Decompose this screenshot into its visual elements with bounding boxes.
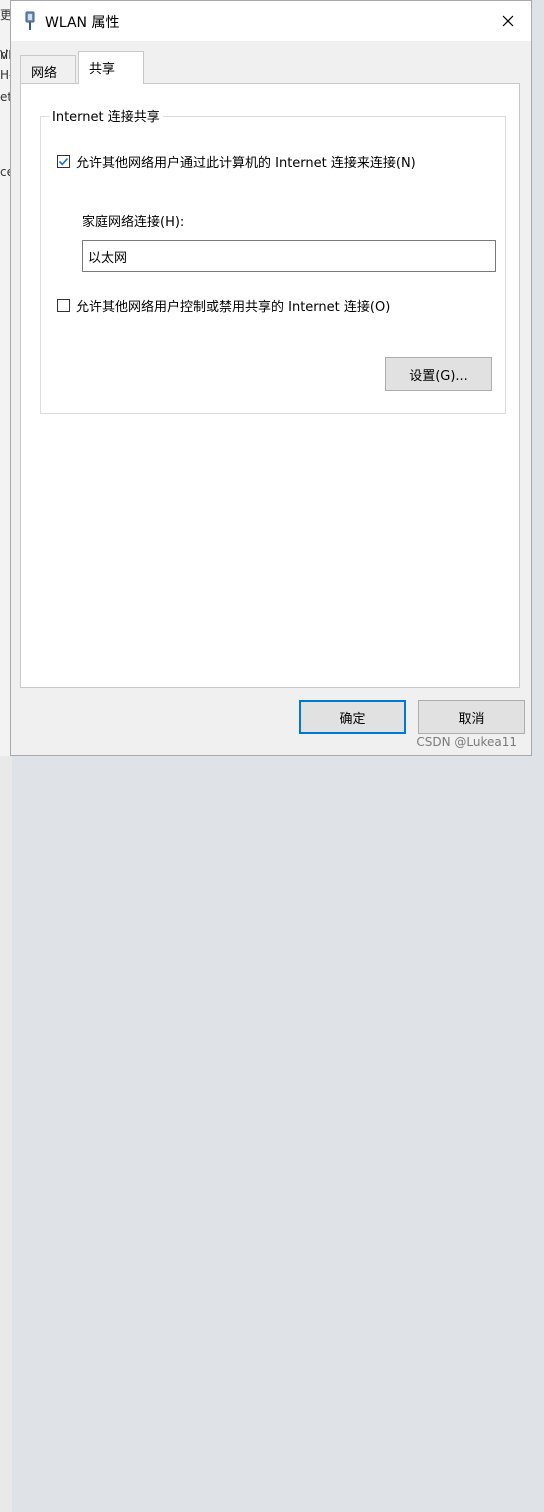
background-text: ce [0, 165, 14, 179]
background-window-left: 更 rl ce [0, 0, 14, 756]
tab-network[interactable]: 网络 [20, 55, 76, 83]
allow-control-checkbox[interactable] [57, 299, 70, 312]
properties-dialog: WLAN 属性 网络 共享 Internet 连接共享 允许其他网络用户通过此计… [10, 0, 532, 756]
close-icon [502, 15, 514, 27]
settings-button[interactable]: 设置(G)... [385, 357, 492, 391]
tab-panel-sharing: Internet 连接共享 允许其他网络用户通过此计算机的 Internet 连… [20, 83, 520, 688]
background-text: 更 [0, 8, 13, 22]
allow-connect-label[interactable]: 允许其他网络用户通过此计算机的 Internet 连接来连接(N) [76, 152, 416, 171]
title-bar[interactable]: WLAN 属性 [11, 1, 531, 41]
watermark: CSDN @Lukea11 [416, 735, 517, 749]
network-adapter-icon [25, 11, 35, 30]
tab-sharing[interactable]: 共享 [78, 51, 144, 84]
close-button[interactable] [485, 1, 531, 41]
home-network-label: 家庭网络连接(H): [82, 215, 185, 230]
group-title: Internet 连接共享 [49, 106, 163, 125]
cancel-button[interactable]: 取消 [418, 700, 525, 734]
ok-button[interactable]: 确定 [299, 700, 406, 734]
window-title: WLAN 属性 [45, 15, 120, 31]
allow-control-label[interactable]: 允许其他网络用户控制或禁用共享的 Internet 连接(O) [76, 296, 390, 315]
home-network-field[interactable]: 以太网 [82, 240, 496, 272]
background-window-right: VL H- et [0, 48, 15, 1512]
checkmark-icon [58, 157, 69, 166]
ics-groupbox: Internet 连接共享 允许其他网络用户通过此计算机的 Internet 连… [40, 106, 506, 414]
allow-connect-checkbox[interactable] [57, 155, 70, 168]
